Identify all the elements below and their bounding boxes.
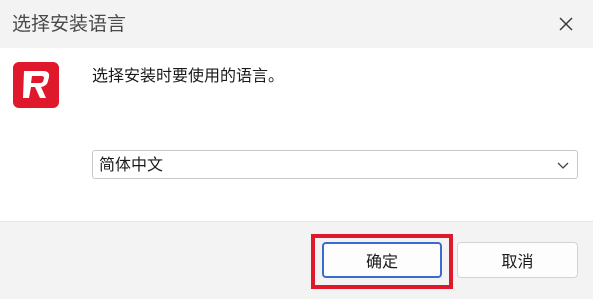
chevron-down-icon (557, 162, 569, 169)
close-button[interactable] (539, 0, 593, 48)
window-title: 选择安装语言 (12, 13, 127, 35)
ok-button-label: 确定 (365, 252, 398, 271)
dialog-footer: 确定 取消 (0, 221, 593, 299)
cancel-button-label: 取消 (501, 252, 534, 271)
instruction-text: 选择安装时要使用的语言。 (92, 66, 285, 85)
app-logo (13, 62, 59, 108)
ok-button[interactable]: 确定 (322, 242, 442, 278)
close-icon (559, 17, 573, 31)
language-select[interactable]: 简体中文 (92, 150, 578, 179)
installer-language-dialog: 选择安装语言 选择安装时要使用的语言。 简体中文 确定 取消 (0, 0, 593, 299)
title-bar: 选择安装语言 (0, 0, 593, 48)
language-select-value: 简体中文 (99, 155, 164, 174)
dialog-content: 选择安装时要使用的语言。 简体中文 (0, 48, 593, 221)
cancel-button[interactable]: 取消 (457, 242, 578, 278)
